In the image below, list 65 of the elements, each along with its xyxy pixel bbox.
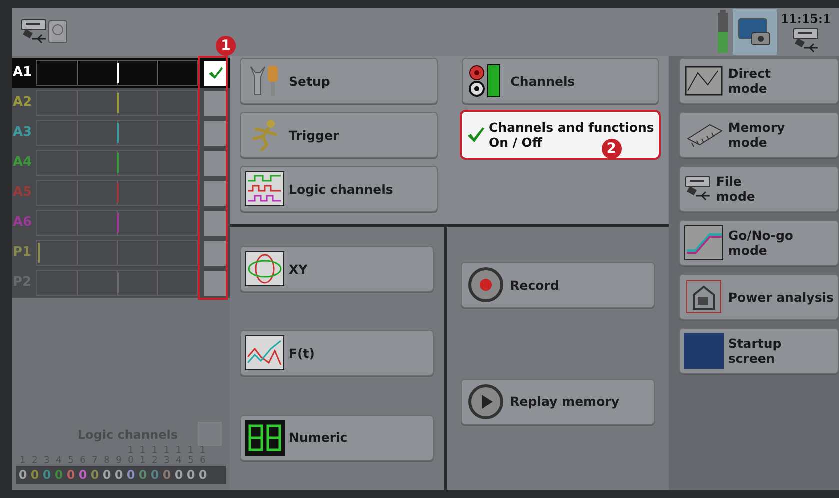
channel-checkbox[interactable] (204, 210, 227, 236)
checkmark-icon (208, 66, 224, 80)
menu-button[interactable]: F(t) (240, 330, 434, 376)
channel-checkbox[interactable] (204, 150, 227, 176)
menu-button[interactable]: Direct mode (679, 58, 839, 104)
channel-label: A4 (12, 154, 34, 172)
hard-drive-icon (48, 20, 68, 44)
menu-button[interactable]: Memory mode (679, 112, 839, 158)
clock-time: 11:15:1 (780, 11, 832, 28)
logic-value: 0 (198, 467, 208, 484)
channel-checkbox[interactable] (204, 60, 227, 86)
channel-checkbox[interactable] (204, 120, 227, 146)
logic-value: 0 (126, 467, 136, 484)
menu-button[interactable]: Replay memory (461, 378, 656, 425)
logic-value: 0 (66, 467, 76, 484)
channel-label: A5 (12, 184, 34, 202)
splash-thumbnail (684, 333, 724, 369)
logic-value: 0 (30, 467, 40, 484)
play-icon (466, 384, 506, 420)
record-icon (466, 267, 506, 304)
channel-label: P1 (12, 244, 33, 262)
house-plug-icon (684, 279, 724, 315)
logic-value: 0 (18, 467, 28, 484)
logic-value: 0 (162, 467, 172, 484)
channel-label: A1 (12, 64, 34, 82)
callout-badge: 1 (216, 36, 236, 56)
logic-value: 0 (42, 467, 52, 484)
menu-button[interactable]: Numeric (240, 414, 434, 461)
monitor-camera-icon (738, 17, 772, 47)
menu-button[interactable]: Go/No-go mode (679, 220, 839, 266)
usb-drive-icon (792, 28, 820, 54)
logic-value: 0 (150, 467, 160, 484)
menu-button[interactable]: Logic channels (240, 166, 438, 212)
logic-value: 0 (138, 467, 148, 484)
channel-label: A2 (12, 94, 34, 112)
channel-label: A3 (12, 124, 34, 142)
menu-button[interactable]: Startup screen (679, 328, 839, 374)
usb-drive-icon (20, 19, 48, 45)
menu-button[interactable]: Power analysis (679, 274, 839, 320)
screenshot-button[interactable] (733, 9, 777, 55)
channel-checkbox[interactable] (204, 270, 227, 296)
logic-value: 0 (174, 467, 184, 484)
menu-button[interactable]: Setup (240, 58, 438, 104)
usb-drive-icon (684, 176, 712, 202)
logic-value: 0 (186, 467, 196, 484)
menu-button[interactable]: Trigger (240, 112, 438, 158)
rising-line-plot-icon (684, 225, 724, 261)
channel-label: A6 (12, 214, 34, 232)
logic-value: 0 (102, 467, 112, 484)
menu-button[interactable]: File mode (679, 166, 839, 212)
channel-checkbox[interactable] (204, 240, 227, 266)
logic-value: 0 (114, 467, 124, 484)
battery-icon (717, 10, 729, 54)
channel-checkbox[interactable] (204, 90, 227, 116)
xy-plot-icon (245, 251, 285, 288)
menu-button[interactable]: Channels (462, 58, 660, 104)
logic-value: 0 (78, 467, 88, 484)
logic-waveform-icon (245, 171, 285, 207)
menu-button[interactable]: XY (240, 246, 434, 292)
logic-value: 0 (54, 467, 64, 484)
channel-checkbox[interactable] (204, 180, 227, 206)
menu-button[interactable]: Record (461, 262, 656, 308)
logic-value: 0 (90, 467, 100, 484)
time-plot-icon (245, 335, 285, 372)
seven-segment-icon (245, 420, 285, 456)
